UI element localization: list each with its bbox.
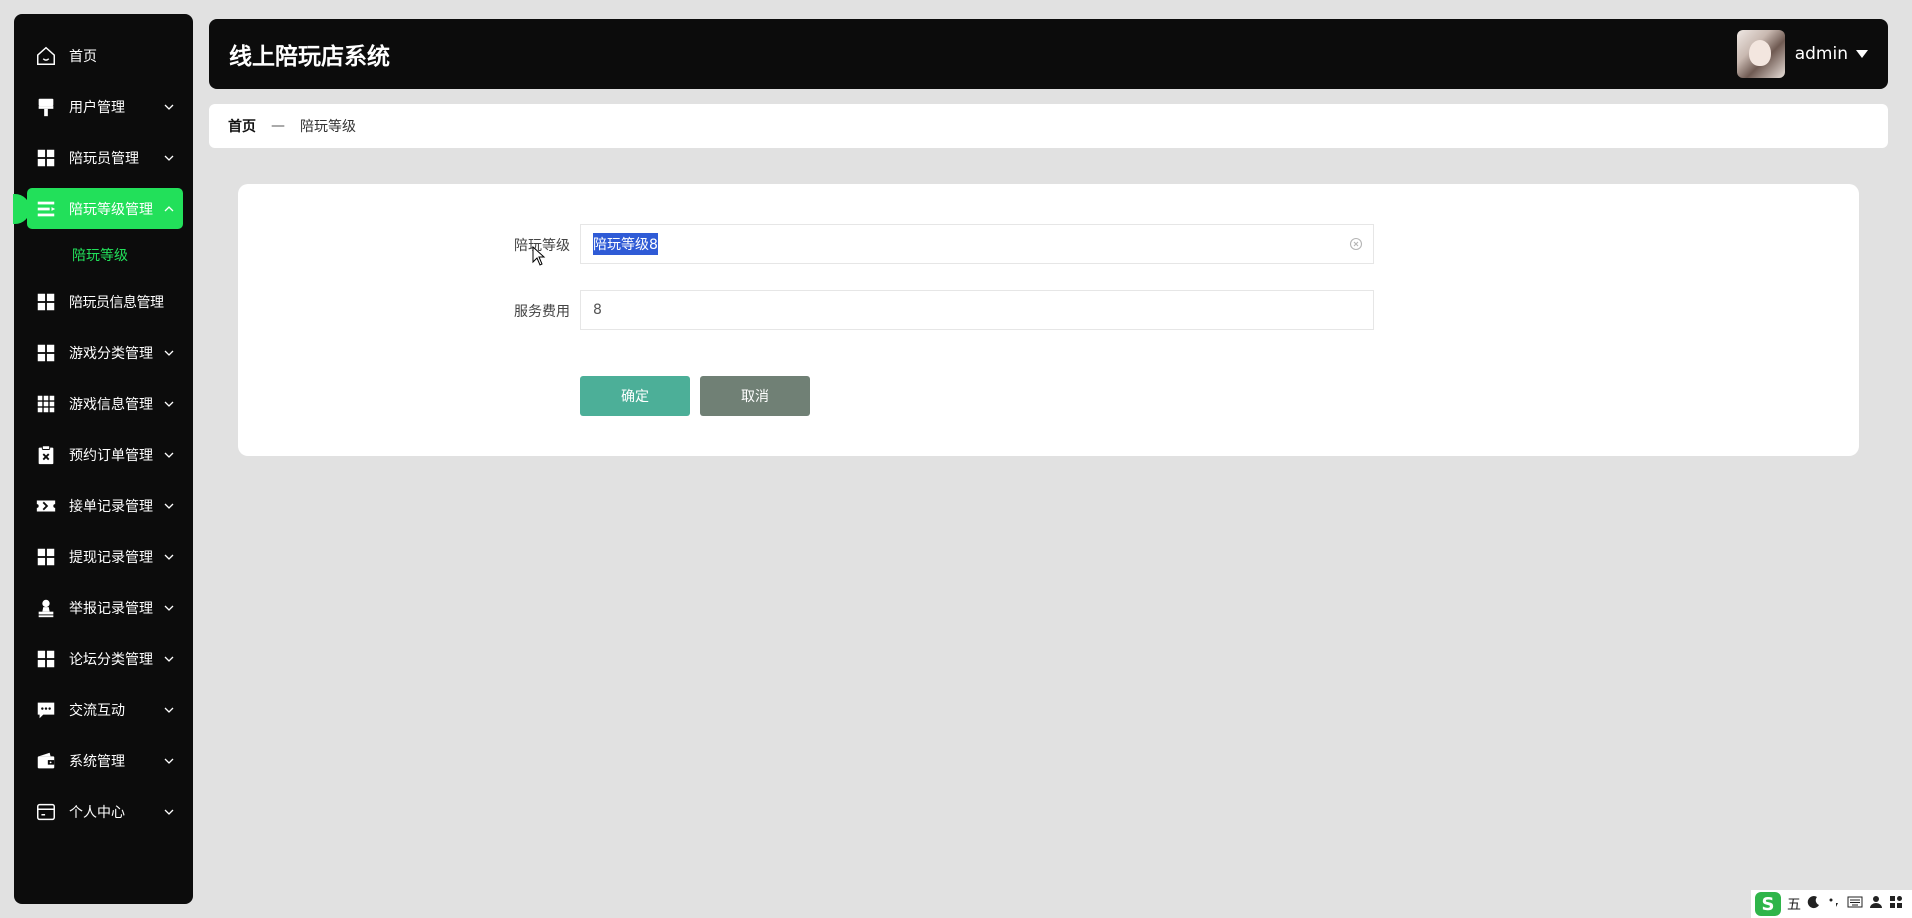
sidebar-item-system[interactable]: 系统管理 xyxy=(14,735,193,786)
wallet-icon xyxy=(35,750,57,772)
fee-label: 服务费用 xyxy=(514,304,570,320)
chevron-up-icon xyxy=(163,203,175,215)
chevron-down-icon xyxy=(163,101,175,113)
list-icon xyxy=(35,198,57,220)
user-menu[interactable]: admin xyxy=(1736,30,1868,78)
sidebar-item-users[interactable]: 用户管理 xyxy=(14,81,193,132)
fee-input[interactable]: 8 xyxy=(580,290,1374,330)
clear-icon[interactable] xyxy=(1349,237,1363,251)
apps-icon xyxy=(35,393,57,415)
chevron-down-icon xyxy=(163,653,175,665)
sidebar-item-companions[interactable]: 陪玩员管理 xyxy=(14,132,193,183)
sidebar-item-interaction[interactable]: 交流互动 xyxy=(14,684,193,735)
sidebar-item-companion-info[interactable]: 陪玩员信息管理 xyxy=(14,276,193,327)
chevron-down-icon xyxy=(163,755,175,767)
sidebar-item-home[interactable]: 首页 xyxy=(14,30,193,81)
user-icon[interactable] xyxy=(1869,895,1883,913)
sidebar: 首页 用户管理 陪玩员管理 陪玩等级管理 陪玩等级 陪玩员信息管理 游戏分类管理… xyxy=(13,14,193,904)
grid-icon xyxy=(35,546,57,568)
sidebar-item-profile[interactable]: 个人中心 xyxy=(14,786,193,837)
sidebar-item-report-records[interactable]: 举报记录管理 xyxy=(14,582,193,633)
punctuation-icon[interactable] xyxy=(1827,895,1841,913)
chevron-down-icon xyxy=(163,806,175,818)
sidebar-item-game-category[interactable]: 游戏分类管理 xyxy=(14,327,193,378)
avatar[interactable] xyxy=(1736,30,1785,78)
caret-down-icon xyxy=(1856,50,1868,58)
sidebar-item-withdraw-records[interactable]: 提现记录管理 xyxy=(14,531,193,582)
sogou-logo-icon[interactable]: S xyxy=(1755,892,1781,916)
chat-icon xyxy=(35,699,57,721)
grid-icon xyxy=(35,342,57,364)
form-card: 陪玩等级 陪玩等级8 服务费用 8 确定 取消 xyxy=(238,184,1859,456)
active-indicator xyxy=(13,193,30,224)
stamp-icon xyxy=(35,597,57,619)
chevron-down-icon xyxy=(163,347,175,359)
sidebar-item-level-management[interactable]: 陪玩等级管理 xyxy=(13,188,183,229)
chevron-down-icon xyxy=(163,500,175,512)
cancel-button[interactable]: 取消 xyxy=(700,376,810,416)
sidebar-item-orders[interactable]: 预约订单管理 xyxy=(14,429,193,480)
brush-icon xyxy=(35,96,57,118)
sidebar-subitem-level[interactable]: 陪玩等级 xyxy=(14,234,193,276)
grid-icon xyxy=(35,291,57,313)
fee-input-value: 8 xyxy=(593,302,602,318)
top-header: 线上陪玩店系统 admin xyxy=(209,19,1888,89)
level-label: 陪玩等级 xyxy=(514,238,570,254)
card-icon xyxy=(35,801,57,823)
sidebar-item-accept-records[interactable]: 接单记录管理 xyxy=(14,480,193,531)
home-icon xyxy=(35,45,57,67)
level-input-value: 陪玩等级8 xyxy=(593,233,658,255)
sidebar-item-label: 陪玩员信息管理 xyxy=(69,294,164,311)
breadcrumb-home[interactable]: 首页 xyxy=(228,116,256,136)
app-title: 线上陪玩店系统 xyxy=(229,44,390,70)
username: admin xyxy=(1794,44,1848,64)
breadcrumb: 首页 — 陪玩等级 xyxy=(209,104,1888,148)
sidebar-item-label: 首页 xyxy=(69,48,97,65)
apps-icon[interactable] xyxy=(1889,895,1903,913)
clipboard-icon xyxy=(35,444,57,466)
chevron-down-icon xyxy=(163,704,175,716)
grid-icon xyxy=(35,147,57,169)
breadcrumb-separator: — xyxy=(271,118,285,134)
chevron-down-icon xyxy=(163,398,175,410)
grid-icon xyxy=(35,648,57,670)
keyboard-icon[interactable] xyxy=(1847,896,1863,912)
chevron-down-icon xyxy=(163,449,175,461)
mouse-cursor-icon xyxy=(532,246,546,266)
ime-toolbar: S 五 xyxy=(1751,890,1912,918)
chevron-down-icon xyxy=(163,551,175,563)
moon-icon[interactable] xyxy=(1807,895,1821,913)
confirm-button[interactable]: 确定 xyxy=(580,376,690,416)
sidebar-item-forum-category[interactable]: 论坛分类管理 xyxy=(14,633,193,684)
ticket-icon xyxy=(35,495,57,517)
breadcrumb-current: 陪玩等级 xyxy=(300,119,356,135)
level-input[interactable]: 陪玩等级8 xyxy=(580,224,1374,264)
ime-mode[interactable]: 五 xyxy=(1787,894,1801,914)
sidebar-item-game-info[interactable]: 游戏信息管理 xyxy=(14,378,193,429)
chevron-down-icon xyxy=(163,152,175,164)
chevron-down-icon xyxy=(163,602,175,614)
